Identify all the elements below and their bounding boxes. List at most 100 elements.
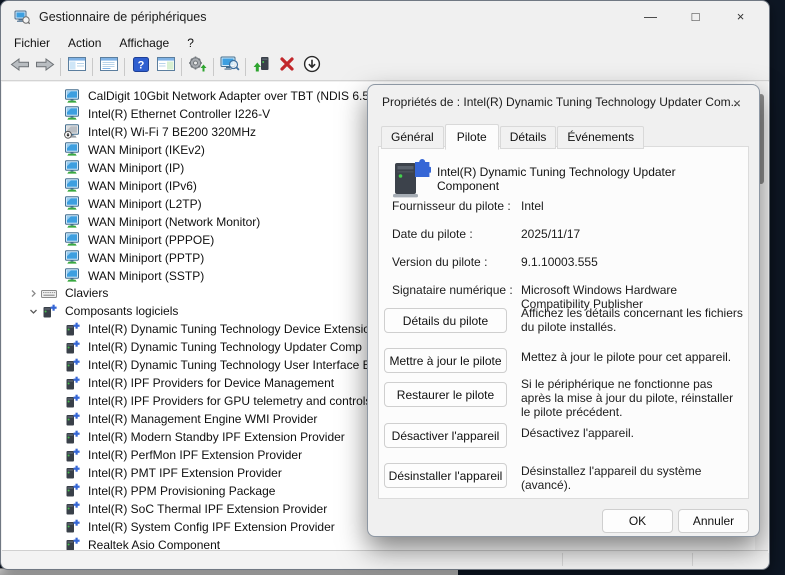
tab-pilote[interactable]: Pilote [445,124,499,150]
tree-item-label: WAN Miniport (PPPOE) [86,233,216,247]
tree-item-wan-miniport-pppoe[interactable]: WAN Miniport (PPPOE) [64,231,216,249]
tree-item-label: WAN Miniport (Network Monitor) [86,215,262,229]
field-value-version-du-pilote: 9.1.10003.555 [521,255,743,269]
restaurer-le-pilote-button[interactable]: Restaurer le pilote [384,382,507,407]
software-component-icon [64,448,81,463]
action-pane-button[interactable] [153,55,178,78]
status-bar [2,550,768,568]
tree-category-composants-logiciels[interactable]: Composants logiciels [25,302,180,320]
uninstall-device-button[interactable] [274,55,299,78]
network-adapter-icon [64,268,81,283]
d-sinstaller-l-appareil-button[interactable]: Désinstaller l'appareil [384,463,507,488]
toolbar: ? [1,53,769,81]
d-tails-du-pilote-button[interactable]: Détails du pilote [384,308,507,333]
tab-d-tails[interactable]: Détails [500,126,557,149]
tree-item-wan-miniport-ip[interactable]: WAN Miniport (IP) [64,159,186,177]
toolbar-separator [60,58,61,76]
tree-item-intel-r-wi-fi-7-be200-320mhz[interactable]: Intel(R) Wi-Fi 7 BE200 320MHz [64,123,258,141]
mettre-jour-le-pilote-button[interactable]: Mettre à jour le pilote [384,348,507,373]
ok-button[interactable]: OK [602,509,673,533]
minimize-button[interactable]: — [628,2,673,31]
tree-item-wan-miniport-pptp[interactable]: WAN Miniport (PPTP) [64,249,206,267]
back-icon [10,57,30,77]
network-adapter-icon [64,178,81,193]
d-tails-du-pilote-description: Affichez les détails concernant les fich… [521,306,745,334]
tree-item-label: Intel(R) PerfMon IPF Extension Provider [86,448,304,462]
d-sinstaller-l-appareil-description: Désinstallez l'appareil du système (avan… [521,464,745,492]
software-component-icon [64,501,81,516]
chevron-down-icon[interactable] [25,307,41,316]
disable-device-icon [303,55,321,78]
tree-category-claviers[interactable]: Claviers [25,284,110,302]
tree-item-intel-r-modern-standby-ipf-extension-pro[interactable]: Intel(R) Modern Standby IPF Extension Pr… [64,428,347,446]
device-update-button[interactable] [249,55,274,78]
tree-item-intel-r-dynamic-tuning-technology-user-i[interactable]: Intel(R) Dynamic Tuning Technology User … [64,356,373,374]
tree-item-wan-miniport-network-monitor[interactable]: WAN Miniport (Network Monitor) [64,213,262,231]
tree-item-label: WAN Miniport (IPv6) [86,179,199,193]
tree-item-intel-r-ipf-providers-for-gpu-telemetry-[interactable]: Intel(R) IPF Providers for GPU telemetry… [64,392,373,410]
d-sactiver-l-appareil-button[interactable]: Désactiver l'appareil [384,423,507,448]
tree-item-label: Intel(R) SoC Thermal IPF Extension Provi… [86,502,329,516]
software-component-icon [64,376,81,391]
back-button[interactable] [7,55,32,78]
status-bar-divider [692,553,693,566]
network-adapter-disabled-icon [64,124,81,139]
dialog-title: Propriétés de : Intel(R) Dynamic Tuning … [368,85,759,119]
tree-item-intel-r-dynamic-tuning-technology-update[interactable]: Intel(R) Dynamic Tuning Technology Updat… [64,338,364,356]
tree-item-wan-miniport-ikev2[interactable]: WAN Miniport (IKEv2) [64,141,207,159]
tree-item-intel-r-pmt-ipf-extension-provider[interactable]: Intel(R) PMT IPF Extension Provider [64,464,284,482]
help-button[interactable]: ? [128,55,153,78]
tab-g-n-ral[interactable]: Général [381,126,444,149]
tree-item-wan-miniport-ipv6[interactable]: WAN Miniport (IPv6) [64,177,199,195]
menu-[interactable]: ? [178,34,203,52]
tree-item-label: WAN Miniport (SSTP) [86,269,206,283]
menu-action[interactable]: Action [59,34,110,52]
show-console-tree-icon [68,57,86,76]
software-component-icon [64,412,81,427]
software-components-icon [41,304,58,319]
software-component-icon [64,340,81,355]
tree-item-intel-r-ppm-provisioning-package[interactable]: Intel(R) PPM Provisioning Package [64,482,277,500]
tree-item-wan-miniport-l2tp[interactable]: WAN Miniport (L2TP) [64,195,204,213]
tree-item-intel-r-dynamic-tuning-technology-device[interactable]: Intel(R) Dynamic Tuning Technology Devic… [64,320,372,338]
tree-item-intel-r-ethernet-controller-i226-v[interactable]: Intel(R) Ethernet Controller I226-V [64,105,272,123]
chevron-right-icon[interactable] [25,289,41,298]
tree-item-intel-r-system-config-ipf-extension-prov[interactable]: Intel(R) System Config IPF Extension Pro… [64,518,337,536]
status-bar-divider [562,553,563,566]
update-driver-icon [188,56,207,77]
tree-item-intel-r-management-engine-wmi-provider[interactable]: Intel(R) Management Engine WMI Provider [64,410,319,428]
tree-item-intel-r-perfmon-ipf-extension-provider[interactable]: Intel(R) PerfMon IPF Extension Provider [64,446,304,464]
software-component-icon [64,483,81,498]
tree-item-intel-r-ipf-providers-for-device-managem[interactable]: Intel(R) IPF Providers for Device Manage… [64,374,336,392]
menu-fichier[interactable]: Fichier [5,34,59,52]
show-console-tree-button[interactable] [64,55,89,78]
close-button[interactable]: × [718,2,763,31]
update-driver-button[interactable] [185,55,210,78]
tree-item-label: Intel(R) PPM Provisioning Package [86,484,277,498]
scan-hardware-button[interactable] [217,55,242,78]
menu-bar: FichierActionAffichage? [1,32,769,53]
field-label-signataire-num-rique: Signataire numérique : [392,283,513,297]
tree-item-label: Intel(R) IPF Providers for Device Manage… [86,376,336,390]
maximize-button[interactable]: □ [673,2,718,31]
title-bar: Gestionnaire de périphériques —□× [1,1,769,32]
cancel-button[interactable]: Annuler [678,509,749,533]
tab-v-nements[interactable]: Événements [557,126,644,149]
forward-button[interactable] [32,55,57,78]
tree-item-intel-r-soc-thermal-ipf-extension-provid[interactable]: Intel(R) SoC Thermal IPF Extension Provi… [64,500,329,518]
toolbar-separator [92,58,93,76]
dialog-close-button[interactable]: × [728,94,746,112]
disable-device-button[interactable] [299,55,324,78]
tree-item-label: Intel(R) PMT IPF Extension Provider [86,466,284,480]
window-title: Gestionnaire de périphériques [39,10,206,24]
tree-item-label: WAN Miniport (IKEv2) [86,143,207,157]
tree-item-caldigit-10gbit-network-adapter-over-tbt[interactable]: CalDigit 10Gbit Network Adapter over TBT… [64,87,378,105]
menu-affichage[interactable]: Affichage [110,34,178,52]
properties-button[interactable] [96,55,121,78]
dialog-tabs: GénéralPiloteDétailsÉvénements [381,124,645,149]
field-value-fournisseur-du-pilote: Intel [521,199,743,213]
device-name: Intel(R) Dynamic Tuning Technology Updat… [437,165,737,193]
toolbar-separator [181,58,182,76]
tree-item-label: Intel(R) Management Engine WMI Provider [86,412,319,426]
tree-item-wan-miniport-sstp[interactable]: WAN Miniport (SSTP) [64,267,206,285]
